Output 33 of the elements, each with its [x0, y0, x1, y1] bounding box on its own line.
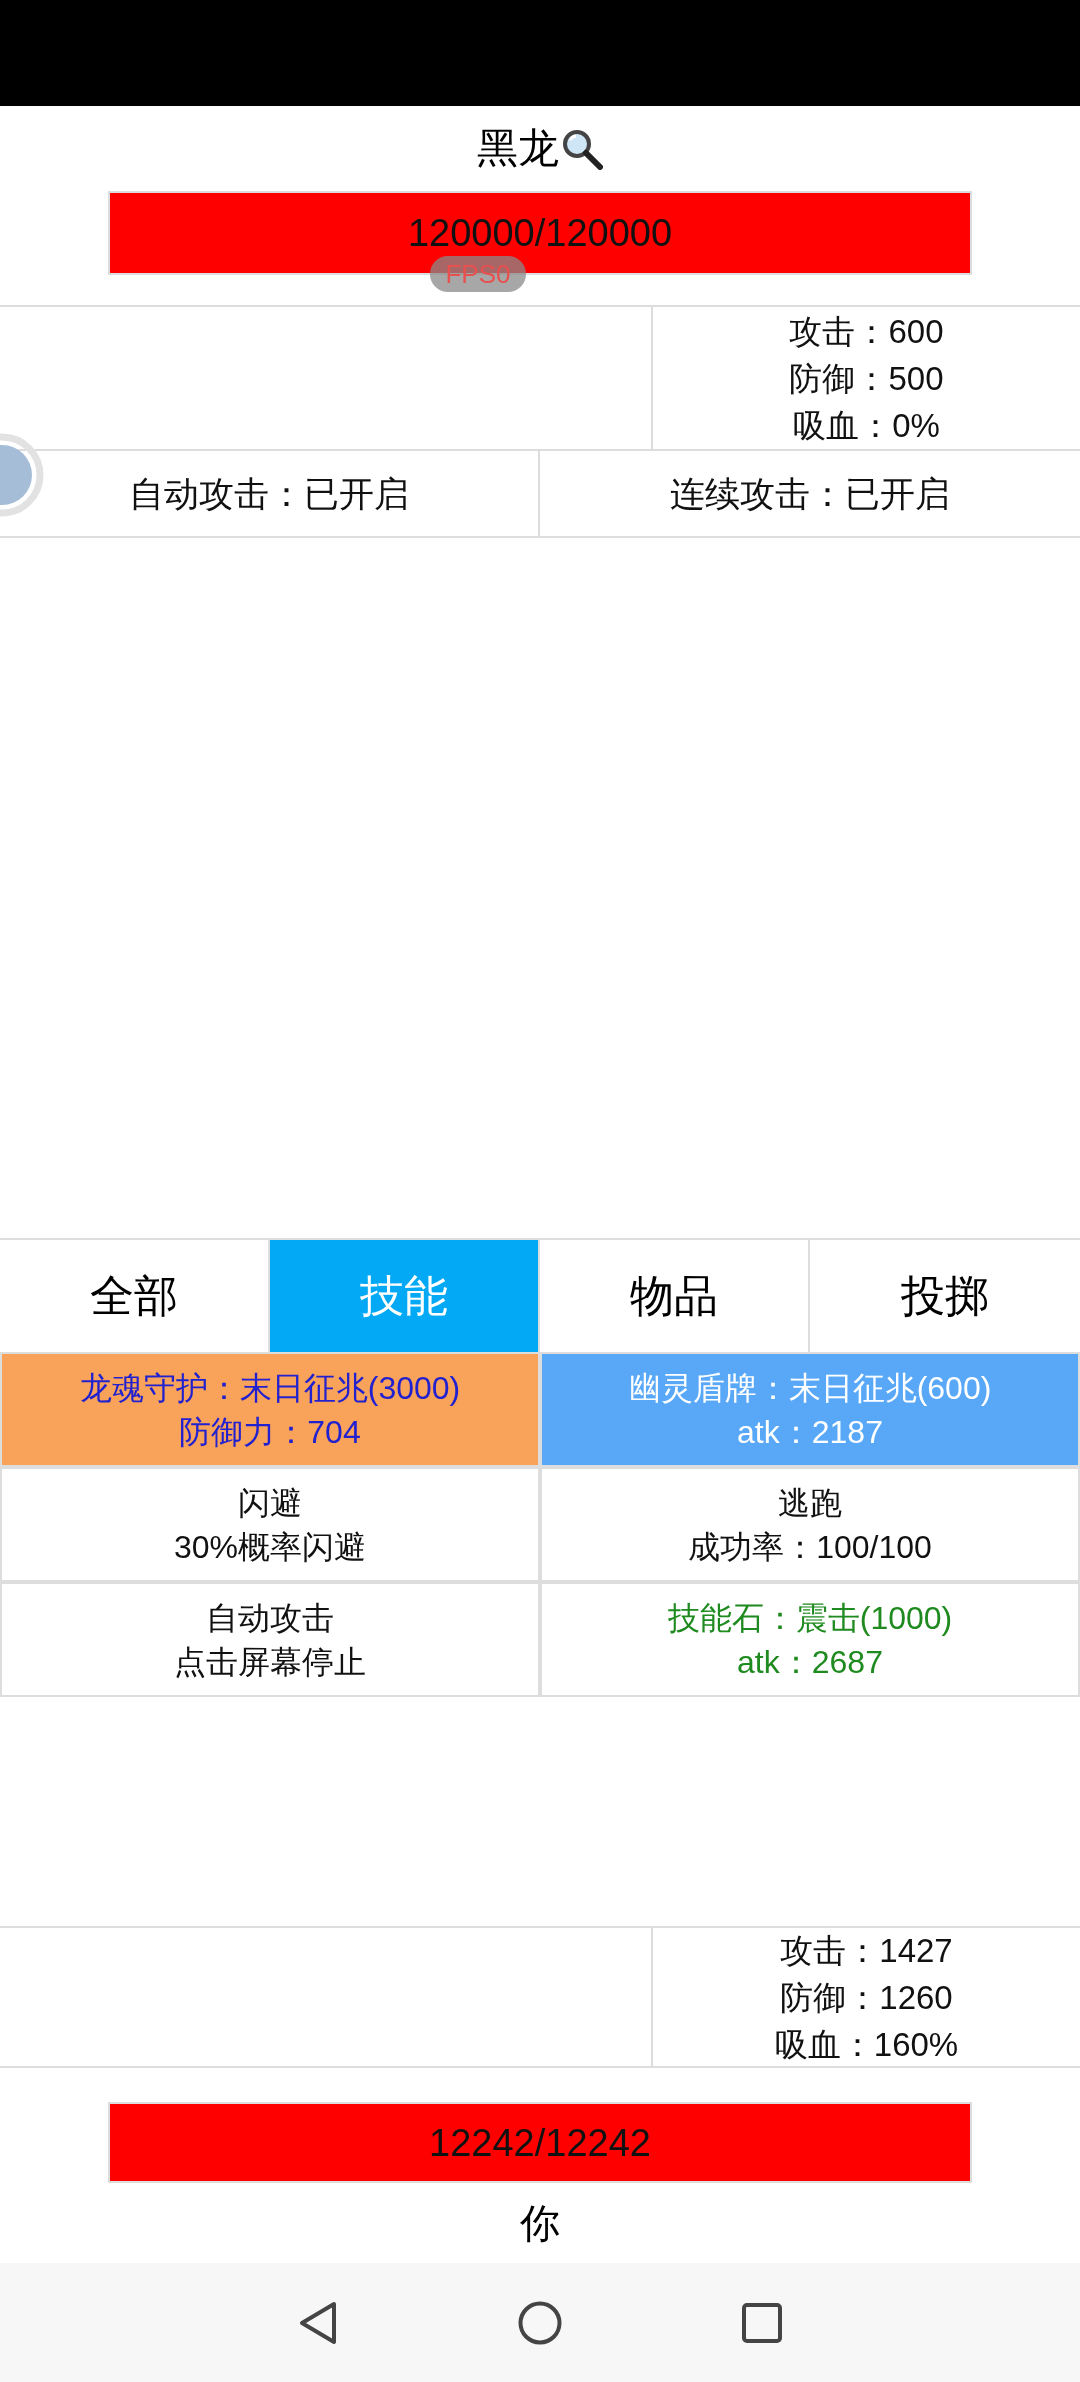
home-icon[interactable] — [518, 2300, 562, 2345]
enemy-name: 黑龙 — [477, 128, 559, 169]
stat-text: 攻击：600 — [789, 311, 944, 352]
player-name: 你 — [520, 2203, 560, 2243]
recent-apps-icon[interactable] — [742, 2302, 782, 2343]
stat-text: 吸血：160% — [774, 2024, 959, 2065]
stat-text: 防御：1260 — [780, 1977, 953, 2018]
action-title: 龙魂守护：末日征兆(3000) — [79, 1368, 461, 1408]
search-icon[interactable] — [561, 127, 603, 170]
stat-text: 吸血：0% — [793, 405, 940, 446]
stat-text: 攻击：1427 — [780, 1930, 953, 1971]
stat-text: 防御：500 — [789, 358, 944, 399]
toggle-label[interactable]: 连续攻击：已开启 — [670, 476, 950, 511]
action-detail: 防御力：704 — [179, 1412, 361, 1452]
action-detail: 成功率：100/100 — [688, 1527, 932, 1567]
action-detail: atk：2187 — [737, 1412, 883, 1452]
action-title: 逃跑 — [778, 1483, 842, 1523]
action-title: 幽灵盾牌：末日征兆(600) — [628, 1368, 992, 1408]
action-card[interactable]: 龙魂守护：末日征兆(3000) 防御力：704 — [2, 1354, 538, 1465]
hp-text: 120000/120000 — [407, 214, 673, 252]
toggle-label[interactable]: 自动攻击：已开启 — [129, 476, 409, 511]
action-detail: 点击屏幕停止 — [174, 1642, 366, 1682]
action-card[interactable]: 自动攻击 点击屏幕停止 — [2, 1584, 538, 1695]
hp-text: 12242/12242 — [429, 2123, 651, 2162]
action-detail: 30%概率闪避 — [173, 1527, 366, 1567]
action-detail: atk：2687 — [737, 1642, 883, 1682]
action-title: 闪避 — [238, 1483, 302, 1523]
back-icon[interactable] — [298, 2300, 338, 2345]
action-card[interactable]: 逃跑 成功率：100/100 — [542, 1469, 1078, 1580]
action-card[interactable]: 技能石：震击(1000) atk：2687 — [542, 1584, 1078, 1695]
action-title: 技能石：震击(1000) — [667, 1598, 953, 1638]
action-card[interactable]: 闪避 30%概率闪避 — [2, 1469, 538, 1580]
action-title: 自动攻击 — [206, 1598, 334, 1638]
